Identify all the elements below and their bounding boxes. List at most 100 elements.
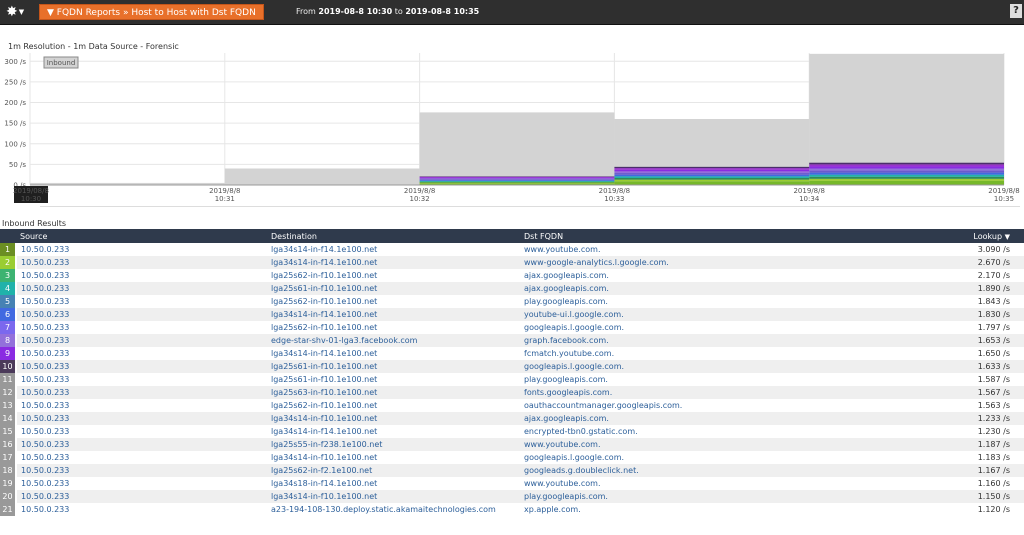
traffic-chart: 300 /s 250 /s 200 /s 150 /s 100 /s 50 /s 0 /s I… [0,50,1024,205]
fqdn-link[interactable]: googleads.g.doubleclick.net. [520,464,925,477]
destination-link[interactable]: edge-star-shv-01-lga3.facebook.com [267,334,520,347]
stacked-series-bar [809,172,1004,175]
source-link[interactable]: 10.50.0.233 [16,425,267,438]
fqdn-link[interactable]: googleapis.l.google.com. [520,360,925,373]
destination-link[interactable]: lga25s63-in-f10.1e100.net [267,386,520,399]
destination-link[interactable]: lga34s14-in-f14.1e100.net [267,347,520,360]
lookup-column-header[interactable]: Lookup ▼ [925,229,1024,243]
table-row[interactable]: 4 10.50.0.233 lga25s61-in-f10.1e100.net aja… [0,282,1024,295]
stacked-series-bar [419,182,615,184]
destination-link[interactable]: lga34s14-in-f14.1e100.net [267,256,520,269]
table-row[interactable]: 14 10.50.0.233 lga34s14-in-f10.1e100.net aj… [0,412,1024,425]
table-row[interactable]: 19 10.50.0.233 lga34s18-in-f14.1e100.net ww… [0,477,1024,490]
destination-link[interactable]: lga34s14-in-f10.1e100.net [267,451,520,464]
fqdn-link[interactable]: www.youtube.com. [520,438,925,451]
source-link[interactable]: 10.50.0.233 [16,334,267,347]
source-link[interactable]: 10.50.0.233 [16,438,267,451]
source-link[interactable]: 10.50.0.233 [16,282,267,295]
report-breadcrumb-button[interactable]: ▼ FQDN Reports » Host to Host with Dst F… [39,4,264,20]
destination-link[interactable]: lga34s14-in-f10.1e100.net [267,412,520,425]
fqdn-link[interactable]: www.youtube.com. [520,243,925,256]
table-row[interactable]: 8 10.50.0.233 edge-star-shv-01-lga3.facebo… [0,334,1024,347]
destination-link[interactable]: lga25s62-in-f10.1e100.net [267,269,520,282]
source-link[interactable]: 10.50.0.233 [16,308,267,321]
destination-link[interactable]: lga25s62-in-f2.1e100.net [267,464,520,477]
row-index: 8 [0,334,17,347]
source-link[interactable]: 10.50.0.233 [16,386,267,399]
destination-link[interactable]: lga34s14-in-f14.1e100.net [267,425,520,438]
source-link[interactable]: 10.50.0.233 [16,347,267,360]
table-row[interactable]: 12 10.50.0.233 lga25s63-in-f10.1e100.net fo… [0,386,1024,399]
source-link[interactable]: 10.50.0.233 [16,399,267,412]
fqdn-link[interactable]: graph.facebook.com. [520,334,925,347]
row-index: 9 [0,347,17,360]
table-row[interactable]: 20 10.50.0.233 lga34s14-in-f10.1e100.net pl… [0,490,1024,503]
fqdn-link[interactable]: oauthaccountmanager.googleapis.com. [520,399,925,412]
destination-link[interactable]: lga25s62-in-f10.1e100.net [267,399,520,412]
fqdn-link[interactable]: googleapis.l.google.com. [520,321,925,334]
source-column-header[interactable]: Source [16,229,267,243]
fqdn-link[interactable]: youtube-ui.l.google.com. [520,308,925,321]
destination-link[interactable]: lga34s14-in-f14.1e100.net [267,243,520,256]
table-row[interactable]: 11 10.50.0.233 lga25s61-in-f10.1e100.net pl… [0,373,1024,386]
table-row[interactable]: 18 10.50.0.233 lga25s62-in-f2.1e100.net goo… [0,464,1024,477]
source-link[interactable]: 10.50.0.233 [16,490,267,503]
fqdn-column-header[interactable]: Dst FQDN [520,229,925,243]
fqdn-link[interactable]: play.googleapis.com. [520,490,925,503]
source-link[interactable]: 10.50.0.233 [16,464,267,477]
fqdn-link[interactable]: play.googleapis.com. [520,373,925,386]
source-link[interactable]: 10.50.0.233 [16,503,267,516]
table-row[interactable]: 2 10.50.0.233 lga34s14-in-f14.1e100.net www… [0,256,1024,269]
source-link[interactable]: 10.50.0.233 [16,256,267,269]
fqdn-link[interactable]: www-google-analytics.l.google.com. [520,256,925,269]
table-row[interactable]: 16 10.50.0.233 lga25s55-in-f238.1e100.net w… [0,438,1024,451]
fqdn-link[interactable]: encrypted-tbn0.gstatic.com. [520,425,925,438]
table-row[interactable]: 10 10.50.0.233 lga25s61-in-f10.1e100.net go… [0,360,1024,373]
source-link[interactable]: 10.50.0.233 [16,269,267,282]
destination-link[interactable]: lga34s14-in-f14.1e100.net [267,308,520,321]
fqdn-link[interactable]: ajax.googleapis.com. [520,282,925,295]
table-row[interactable]: 9 10.50.0.233 lga34s14-in-f14.1e100.net fcm… [0,347,1024,360]
source-link[interactable]: 10.50.0.233 [16,477,267,490]
destination-link[interactable]: lga34s18-in-f14.1e100.net [267,477,520,490]
table-row[interactable]: 21 10.50.0.233 a23-194-108-130.deploy.stat… [0,503,1024,516]
fqdn-link[interactable]: xp.apple.com. [520,503,925,516]
source-link[interactable]: 10.50.0.233 [16,360,267,373]
row-index: 20 [0,490,17,503]
table-row[interactable]: 3 10.50.0.233 lga25s62-in-f10.1e100.net aja… [0,269,1024,282]
source-link[interactable]: 10.50.0.233 [16,451,267,464]
source-link[interactable]: 10.50.0.233 [16,412,267,425]
source-link[interactable]: 10.50.0.233 [16,295,267,308]
table-row[interactable]: 15 10.50.0.233 lga34s14-in-f14.1e100.net en… [0,425,1024,438]
row-index: 11 [0,373,17,386]
fqdn-link[interactable]: fonts.googleapis.com. [520,386,925,399]
destination-link[interactable]: lga25s61-in-f10.1e100.net [267,373,520,386]
index-column-header [0,229,16,243]
table-row[interactable]: 6 10.50.0.233 lga34s14-in-f14.1e100.net you… [0,308,1024,321]
table-row[interactable]: 1 10.50.0.233 lga34s14-in-f14.1e100.net www… [0,243,1024,256]
lookup-value: 1.187 /s [925,438,1024,451]
fqdn-link[interactable]: fcmatch.youtube.com. [520,347,925,360]
destination-link[interactable]: lga25s55-in-f238.1e100.net [267,438,520,451]
destination-column-header[interactable]: Destination [267,229,520,243]
fqdn-link[interactable]: googleapis.l.google.com. [520,451,925,464]
table-row[interactable]: 17 10.50.0.233 lga34s14-in-f10.1e100.net go… [0,451,1024,464]
table-row[interactable]: 5 10.50.0.233 lga25s62-in-f10.1e100.net pla… [0,295,1024,308]
destination-link[interactable]: lga25s61-in-f10.1e100.net [267,282,520,295]
destination-link[interactable]: lga34s14-in-f10.1e100.net [267,490,520,503]
help-button[interactable]: ? [1010,4,1022,18]
settings-menu-button[interactable]: ✸▼ [6,3,32,21]
fqdn-link[interactable]: www.youtube.com. [520,477,925,490]
destination-link[interactable]: lga25s61-in-f10.1e100.net [267,360,520,373]
destination-link[interactable]: lga25s62-in-f10.1e100.net [267,321,520,334]
destination-link[interactable]: lga25s62-in-f10.1e100.net [267,295,520,308]
table-row[interactable]: 13 10.50.0.233 lga25s62-in-f10.1e100.net oa… [0,399,1024,412]
destination-link[interactable]: a23-194-108-130.deploy.static.akamaitech… [267,503,520,516]
source-link[interactable]: 10.50.0.233 [16,321,267,334]
source-link[interactable]: 10.50.0.233 [16,243,267,256]
fqdn-link[interactable]: ajax.googleapis.com. [520,412,925,425]
fqdn-link[interactable]: ajax.googleapis.com. [520,269,925,282]
table-row[interactable]: 7 10.50.0.233 lga25s62-in-f10.1e100.net goo… [0,321,1024,334]
fqdn-link[interactable]: play.googleapis.com. [520,295,925,308]
source-link[interactable]: 10.50.0.233 [16,373,267,386]
